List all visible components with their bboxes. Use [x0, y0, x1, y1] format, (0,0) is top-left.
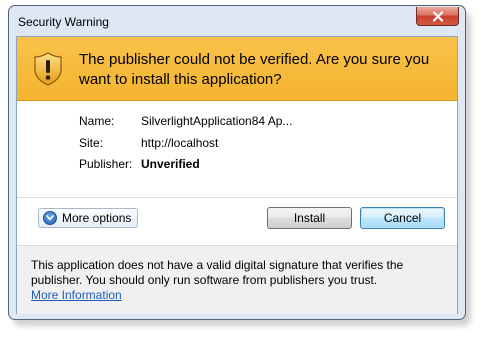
publisher-label: Publisher: — [79, 157, 133, 171]
footer-message: This application does not have a valid d… — [31, 258, 404, 287]
footer-panel: This application does not have a valid d… — [17, 246, 457, 314]
site-label: Site: — [79, 136, 104, 150]
dialog-content: The publisher could not be verified. Are… — [16, 36, 458, 314]
chevron-down-icon — [43, 211, 57, 225]
footer-warning: This application does not have a valid d… — [31, 258, 431, 303]
window-title: Security Warning — [18, 15, 109, 29]
warning-message: The publisher could not be verified. Are… — [79, 51, 430, 88]
divider — [17, 197, 457, 198]
title-bar[interactable]: Security Warning — [9, 6, 465, 36]
name-label: Name: — [79, 114, 115, 128]
more-information-link[interactable]: More Information — [31, 288, 431, 303]
more-options-button[interactable]: More options — [38, 208, 139, 228]
close-icon — [432, 10, 443, 22]
name-value: SilverlightApplication84 Ap... — [141, 114, 293, 128]
warning-shield-icon — [34, 52, 62, 86]
publisher-value: Unverified — [141, 157, 200, 171]
close-button[interactable] — [416, 7, 459, 26]
more-options-label: More options — [62, 211, 132, 225]
site-value: http://localhost — [141, 136, 219, 150]
warning-banner: The publisher could not be verified. Are… — [17, 37, 457, 101]
install-button[interactable]: Install — [267, 207, 352, 229]
cancel-button[interactable]: Cancel — [360, 207, 445, 229]
security-warning-dialog: Security Warning The publisher could not… — [8, 5, 466, 320]
